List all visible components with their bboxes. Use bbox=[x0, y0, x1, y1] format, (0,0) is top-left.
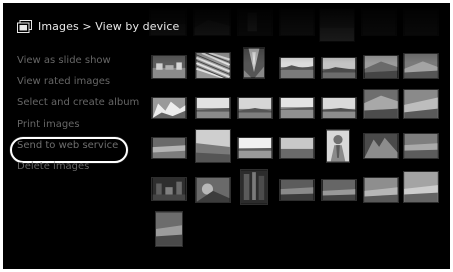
image-thumbnail[interactable] bbox=[403, 171, 439, 203]
tv-menu-screen: Images > View by device View as slide sh… bbox=[3, 3, 450, 269]
image-thumbnail[interactable] bbox=[363, 55, 399, 79]
image-thumbnail[interactable] bbox=[403, 133, 439, 159]
image-thumbnail[interactable] bbox=[195, 129, 231, 163]
image-thumbnail[interactable] bbox=[403, 53, 439, 79]
menu-item-delete-images[interactable]: Delete images bbox=[16, 156, 141, 177]
image-thumbnail[interactable] bbox=[195, 97, 231, 119]
image-thumbnail[interactable] bbox=[193, 8, 231, 36]
image-thumbnail[interactable] bbox=[321, 57, 357, 79]
image-thumbnail[interactable] bbox=[243, 47, 265, 79]
image-thumbnail[interactable] bbox=[326, 129, 350, 163]
image-thumbnail[interactable] bbox=[237, 97, 273, 119]
image-thumbnail[interactable] bbox=[151, 97, 187, 119]
image-thumbnail[interactable] bbox=[240, 169, 268, 205]
image-thumbnail[interactable] bbox=[195, 177, 231, 203]
page-title: Images > View by device bbox=[38, 19, 180, 33]
image-thumbnail[interactable] bbox=[363, 89, 399, 119]
image-thumbnail[interactable] bbox=[151, 177, 187, 201]
image-thumbnail[interactable] bbox=[151, 137, 187, 159]
image-thumbnail[interactable] bbox=[237, 8, 273, 36]
menu-item-view-rated-images[interactable]: View rated images bbox=[16, 71, 141, 92]
images-icon bbox=[17, 19, 32, 33]
image-thumbnail[interactable] bbox=[279, 179, 315, 201]
menu-item-select-and-create-album[interactable]: Select and create album bbox=[16, 92, 141, 113]
image-thumbnail[interactable] bbox=[279, 8, 315, 36]
image-thumbnail[interactable] bbox=[403, 8, 439, 36]
breadcrumb: Images > View by device bbox=[17, 18, 179, 34]
image-thumbnail[interactable] bbox=[195, 52, 231, 79]
image-thumbnail[interactable] bbox=[321, 179, 357, 201]
image-thumbnail[interactable] bbox=[321, 97, 357, 119]
image-thumbnail[interactable] bbox=[151, 55, 187, 79]
image-thumbnail[interactable] bbox=[155, 211, 183, 247]
menu-item-view-as-slide-show[interactable]: View as slide show bbox=[16, 50, 141, 71]
image-thumbnail[interactable] bbox=[279, 137, 315, 159]
image-thumbnail[interactable] bbox=[403, 89, 439, 119]
image-thumbnail[interactable] bbox=[361, 8, 397, 36]
image-thumbnail[interactable] bbox=[319, 8, 355, 42]
options-menu: View as slide show View rated images Sel… bbox=[10, 50, 141, 177]
image-thumbnail[interactable] bbox=[363, 177, 399, 203]
menu-item-print-images[interactable]: Print images bbox=[16, 114, 141, 135]
menu-item-send-to-web-service[interactable]: Send to web service bbox=[10, 135, 141, 163]
image-thumbnail[interactable] bbox=[363, 133, 399, 159]
image-thumbnail[interactable] bbox=[279, 57, 315, 79]
image-thumbnail[interactable] bbox=[237, 137, 273, 159]
image-thumbnail[interactable] bbox=[279, 97, 315, 119]
